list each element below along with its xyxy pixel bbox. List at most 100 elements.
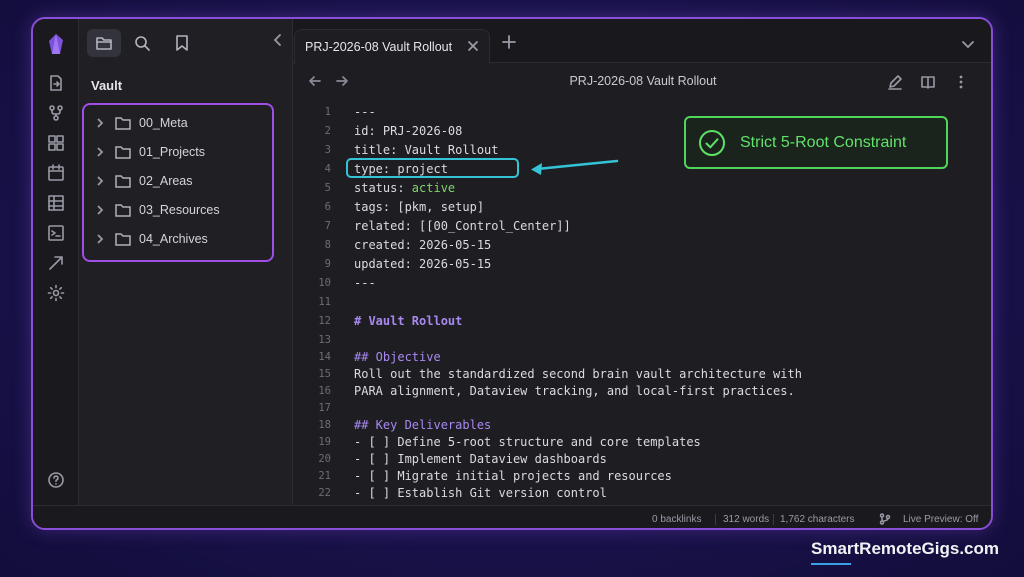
line-number: 8 [324,239,331,251]
graph-view-icon[interactable] [46,103,66,123]
code-line: status: active [354,181,455,195]
search-tab-button[interactable] [125,29,159,57]
code-line: --- [354,105,376,119]
heading-h2: ## Key Deliverables [354,418,492,432]
line-number: 21 [318,470,331,482]
chevron-right-icon [97,234,104,244]
chevron-right-icon [97,176,104,186]
line-number: 5 [324,182,331,194]
status-separator [773,514,774,525]
line-number: 19 [318,436,331,448]
folder-label: 00_Meta [139,116,188,130]
word-count: 312 words [723,514,770,525]
line-number: 20 [318,453,331,465]
code-line: related: [[00_Control_Center]] [354,219,571,233]
more-options-icon[interactable] [953,74,969,90]
status-bar: 0 backlinks 312 words 1,762 characters L… [33,505,991,528]
canvas-icon[interactable] [46,133,66,153]
folder-item[interactable]: 01_Projects [94,141,205,163]
heading-h1: # Vault Rollout [354,314,463,328]
files-tab-button[interactable] [87,29,121,57]
close-tab-icon[interactable] [467,40,479,52]
line-number: 18 [318,419,331,431]
bookmarks-tab-button[interactable] [165,29,199,57]
markdown-editor[interactable]: 1 2 3 4 5 6 7 8 9 10 11 12 13 14 15 16 1… [293,101,991,501]
edit-pencil-icon[interactable] [887,74,903,90]
code-line: PARA alignment, Dataview tracking, and l… [354,384,795,398]
character-count: 1,762 characters [780,514,855,525]
help-icon[interactable] [46,470,66,490]
line-number: 14 [318,351,331,363]
folder-item[interactable]: 00_Meta [94,112,188,134]
task-line: - [ ] Establish Git version control [354,486,607,500]
folder-label: 03_Resources [139,203,220,217]
line-number: 12 [318,315,331,327]
code-line: tags: [pkm, setup] [354,200,485,214]
line-number: 17 [318,402,331,414]
line-number: 10 [318,277,331,289]
tab-bar: PRJ-2026-08 Vault Rollout [273,19,991,64]
collapse-sidebar-icon[interactable] [271,33,285,47]
folder-label: 02_Areas [139,174,193,188]
task-line: - [ ] Define 5-root structure and core t… [354,435,701,449]
status-value: active [411,181,456,195]
folder-item[interactable]: 04_Archives [94,228,208,250]
live-preview-status[interactable]: Live Preview: Off [903,514,978,525]
reading-view-icon[interactable] [920,74,936,90]
chevron-right-icon [97,118,104,128]
calendar-icon[interactable] [46,163,66,183]
pointer-arrow-icon [531,159,619,175]
code-line: Roll out the standardized second brain v… [354,367,802,381]
line-number: 1 [324,106,331,118]
brand-watermark: SmartRemoteGigs.com [811,539,999,558]
task-line: - [ ] Implement Dataview dashboards [354,452,607,466]
app-window: Vault 00_Meta 01_Projects 02_Areas 03_Re… [31,17,993,530]
folder-item[interactable]: 03_Resources [94,199,220,221]
trend-arrow-icon[interactable] [46,253,66,273]
tab-title: PRJ-2026-08 Vault Rollout [305,40,453,54]
line-number: 11 [318,296,331,308]
line-number: 3 [324,144,331,156]
settings-gear-icon[interactable] [46,283,66,303]
table-icon[interactable] [46,193,66,213]
search-icon [135,36,150,51]
line-number: 4 [324,163,331,175]
check-circle-icon [698,129,726,157]
root-folders-highlight: 00_Meta 01_Projects 02_Areas 03_Resource… [82,103,274,262]
status-key: status: [354,181,412,195]
constraint-callout: Strict 5-Root Constraint [684,116,948,169]
backlinks-count[interactable]: 0 backlinks [652,514,701,525]
chevron-right-icon [97,205,104,215]
obsidian-logo-icon [49,34,63,54]
left-ribbon [33,19,79,528]
editor-pane: PRJ-2026-08 Vault Rollout PRJ-2026-08 Va… [273,19,991,528]
folder-icon [115,204,131,217]
bookmark-icon [176,35,188,51]
folder-icon [115,146,131,159]
task-line: - [ ] Migrate initial projects and resou… [354,469,672,483]
heading-h2: ## Objective [354,350,441,364]
chevron-down-icon[interactable] [961,37,975,49]
tab-active-note[interactable]: PRJ-2026-08 Vault Rollout [294,29,490,64]
code-line: updated: 2026-05-15 [354,257,492,271]
quick-switcher-icon[interactable] [46,73,66,93]
code-line: created: 2026-05-15 [354,238,492,252]
line-number: 22 [318,487,331,499]
file-explorer-sidebar: Vault 00_Meta 01_Projects 02_Areas 03_Re… [79,19,293,528]
status-separator [715,514,716,525]
folder-open-icon [96,37,112,50]
type-property-highlight [346,158,519,178]
folder-label: 01_Projects [139,145,206,159]
brand-underline [811,563,851,565]
line-number: 7 [324,220,331,232]
new-tab-icon[interactable] [502,35,516,49]
folder-icon [115,175,131,188]
chevron-right-icon [97,147,104,157]
folder-icon [115,233,131,246]
code-line: --- [354,276,376,290]
folder-item[interactable]: 02_Areas [94,170,193,192]
folder-icon [115,117,131,130]
git-branch-icon[interactable] [879,513,891,525]
terminal-icon[interactable] [46,223,66,243]
line-number: 16 [318,385,331,397]
